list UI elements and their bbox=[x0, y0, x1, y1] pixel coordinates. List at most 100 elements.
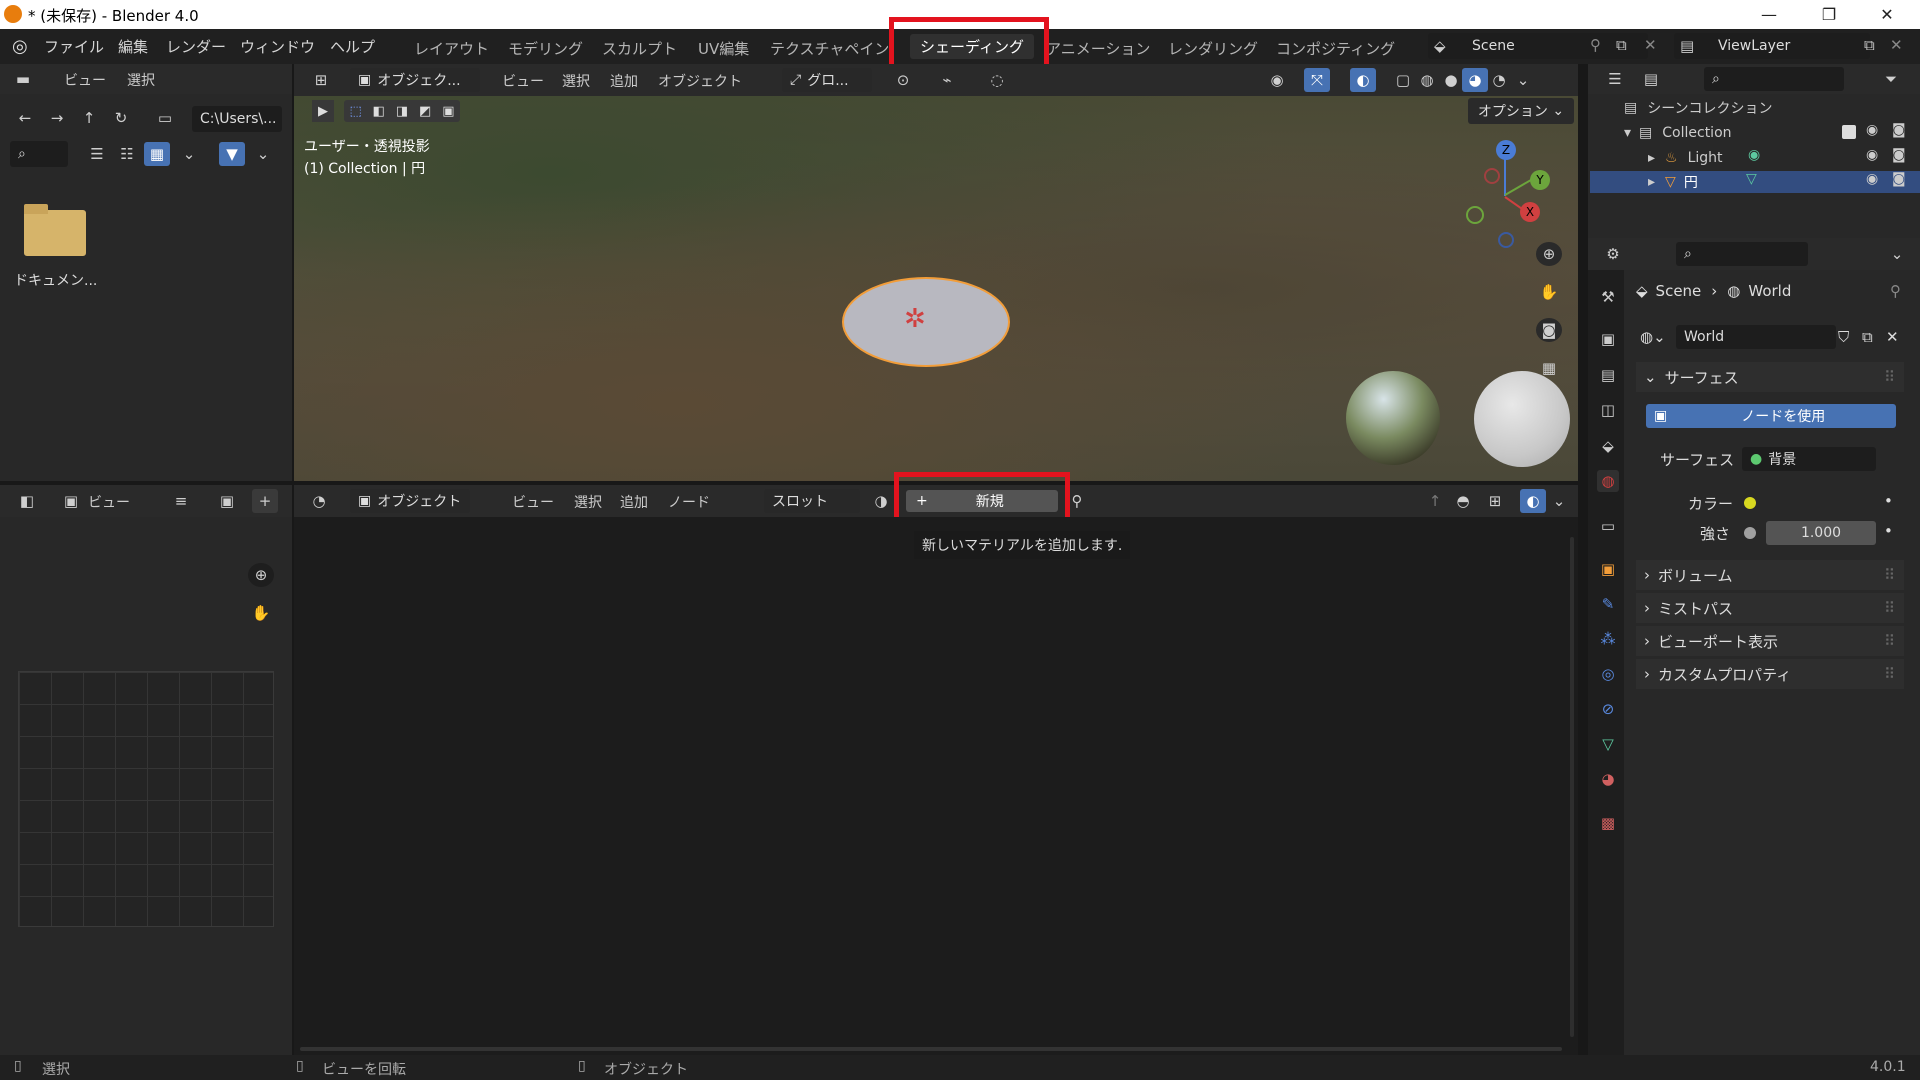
unlink-icon[interactable]: ✕ bbox=[1886, 328, 1899, 346]
node-menu-node[interactable]: ノード bbox=[668, 492, 710, 512]
select-intersect-icon[interactable]: ▣ bbox=[442, 104, 454, 119]
render-tab-icon[interactable]: ▣ bbox=[1597, 328, 1619, 350]
filter-icon[interactable]: ⏷ bbox=[1878, 67, 1904, 91]
visibility-icon[interactable]: ◉ bbox=[1264, 68, 1290, 92]
outliner-search-input[interactable]: ⌕ bbox=[1704, 67, 1844, 91]
select-new-icon[interactable]: ⬚ bbox=[349, 104, 361, 119]
world-tab-icon[interactable]: ◍ bbox=[1597, 470, 1619, 492]
parent-node-tree-icon[interactable]: ↑ bbox=[1422, 489, 1448, 513]
view-layer-tab-icon[interactable]: ◫ bbox=[1597, 399, 1619, 421]
menu-file[interactable]: ファイル bbox=[44, 36, 104, 57]
node-menu-select[interactable]: 選択 bbox=[574, 492, 602, 512]
select-invert-icon[interactable]: ◩ bbox=[419, 104, 431, 119]
back-arrow-icon[interactable]: ← bbox=[12, 106, 38, 130]
rendered-shading-icon[interactable]: ◔ bbox=[1486, 68, 1512, 92]
texture-tab-icon[interactable]: ▩ bbox=[1597, 812, 1619, 834]
file-search-input[interactable]: ⌕ bbox=[10, 141, 68, 167]
filter-icon[interactable]: ▼ bbox=[219, 142, 245, 166]
neg-x-icon[interactable] bbox=[1484, 168, 1500, 184]
collection-row[interactable]: ▾ ▤ Collection ◉ ◙ bbox=[1624, 122, 1920, 144]
new-scene-icon[interactable]: ⧉ bbox=[1616, 36, 1627, 54]
file-menu-select[interactable]: 選択 bbox=[127, 70, 155, 90]
transform-orientation[interactable]: ⤢ グロ... bbox=[782, 68, 872, 92]
node-menu-view[interactable]: ビュー bbox=[512, 492, 554, 512]
keyframe-dot-icon[interactable]: • bbox=[1884, 492, 1893, 510]
delete-scene-icon[interactable]: ✕ bbox=[1644, 36, 1657, 54]
use-nodes-button[interactable]: ▣ ノードを使用 bbox=[1646, 404, 1896, 428]
tab-shading[interactable]: シェーディング bbox=[910, 34, 1034, 59]
world-name-field[interactable]: World bbox=[1676, 325, 1836, 349]
chevron-down-icon[interactable]: ⌄ bbox=[1884, 242, 1910, 266]
editor-type-icon[interactable]: ⊞ bbox=[308, 68, 334, 92]
expand-right-icon[interactable]: ▸ bbox=[1648, 174, 1655, 190]
viewport-display-panel-header[interactable]: › ビューポート表示 ⠿ bbox=[1636, 626, 1904, 656]
editor-type-icon[interactable]: ☰ bbox=[1602, 67, 1628, 91]
neg-z-icon[interactable] bbox=[1498, 232, 1514, 248]
tab-texture-paint[interactable]: テクスチャペイント bbox=[770, 38, 888, 59]
pin-icon[interactable]: ⚲ bbox=[1064, 489, 1090, 513]
volume-panel-header[interactable]: › ボリューム ⠿ bbox=[1636, 560, 1904, 590]
blender-menu-icon[interactable]: ◎ bbox=[12, 36, 28, 57]
menu-edit[interactable]: 編集 bbox=[118, 36, 148, 57]
image-browse-icon[interactable]: ▣ bbox=[214, 489, 240, 513]
thumbnails-icon[interactable]: ▦ bbox=[144, 142, 170, 166]
outliner-item-light[interactable]: ▸ ♨ Light ◉ ◉ ◙ bbox=[1648, 147, 1920, 169]
display-mode-icon[interactable]: ▤ bbox=[1638, 67, 1664, 91]
camera-icon[interactable]: ◙ bbox=[1892, 147, 1906, 163]
scene-selector[interactable]: Scene bbox=[1428, 33, 1648, 59]
camera-icon[interactable]: ◙ bbox=[1536, 318, 1562, 342]
list-vertical-icon[interactable]: ☰ bbox=[84, 142, 110, 166]
tab-layout[interactable]: レイアウト bbox=[414, 38, 489, 59]
select-subtract-icon[interactable]: ◨ bbox=[396, 104, 408, 119]
modifier-tab-icon[interactable]: ✎ bbox=[1597, 593, 1619, 615]
custom-properties-panel-header[interactable]: › カスタムプロパティ ⠿ bbox=[1636, 659, 1904, 689]
select-extend-icon[interactable]: ◧ bbox=[373, 104, 385, 119]
tab-sculpt[interactable]: スカルプト bbox=[602, 38, 677, 59]
wireframe-shading-icon[interactable]: ◍ bbox=[1414, 68, 1440, 92]
fake-user-icon[interactable]: ⛉ bbox=[1838, 328, 1849, 346]
solid-shading-icon[interactable]: ● bbox=[1438, 68, 1464, 92]
material-shading-icon[interactable]: ◕ bbox=[1462, 68, 1488, 92]
material-tab-icon[interactable]: ◕ bbox=[1597, 768, 1619, 790]
snap-mode-icon[interactable]: ⊞ bbox=[1482, 489, 1508, 513]
new-image-icon[interactable]: + bbox=[252, 489, 278, 513]
surface-shader-field[interactable]: ● 背景 bbox=[1742, 447, 1876, 471]
outliner-item-circle[interactable]: ▸ ▽ 円 ▽ ◉ ◙ bbox=[1590, 171, 1920, 193]
object-tab-icon[interactable]: ▣ bbox=[1597, 558, 1619, 580]
mist-panel-header[interactable]: › ミストパス ⠿ bbox=[1636, 593, 1904, 623]
axis-y-icon[interactable]: Y bbox=[1530, 170, 1550, 190]
neg-y-icon[interactable] bbox=[1466, 206, 1484, 224]
checkbox-icon[interactable] bbox=[1842, 125, 1856, 139]
pin-icon[interactable]: ⚲ bbox=[1590, 36, 1601, 54]
chevron-down-icon[interactable]: ⌄ bbox=[250, 142, 276, 166]
color-socket-icon[interactable] bbox=[1744, 497, 1756, 509]
zoom-icon[interactable]: ⊕ bbox=[1536, 242, 1562, 266]
file-menu-view[interactable]: ビュー bbox=[64, 70, 106, 90]
expand-right-icon[interactable]: ▸ bbox=[1648, 150, 1655, 166]
editor-type-icon[interactable]: ▬ bbox=[10, 67, 36, 91]
world-browse-icon[interactable]: ◍⌄ bbox=[1640, 328, 1666, 346]
options-button[interactable]: オプション ⌄ bbox=[1468, 98, 1574, 124]
physics-tab-icon[interactable]: ◎ bbox=[1597, 663, 1619, 685]
path-field[interactable]: C:\Users\... bbox=[192, 106, 282, 132]
pin-icon[interactable]: ⚲ bbox=[1890, 282, 1901, 300]
scene-collection-row[interactable]: ▤ シーンコレクション bbox=[1624, 97, 1773, 119]
list-horizontal-icon[interactable]: ☷ bbox=[114, 142, 140, 166]
tab-rendering[interactable]: レンダリング bbox=[1168, 38, 1258, 59]
forward-arrow-icon[interactable]: → bbox=[44, 106, 70, 130]
editor-type-icon[interactable]: ⚙ bbox=[1600, 242, 1626, 266]
tab-compositing[interactable]: コンポジティング bbox=[1276, 38, 1395, 59]
viewport-menu-view[interactable]: ビュー bbox=[502, 71, 544, 91]
data-tab-icon[interactable]: ▽ bbox=[1597, 733, 1619, 755]
circle-object[interactable] bbox=[842, 277, 1010, 367]
properties-search-input[interactable]: ⌕ bbox=[1676, 242, 1808, 266]
eye-icon[interactable]: ◉ bbox=[1866, 122, 1878, 138]
eye-icon[interactable]: ◉ bbox=[1866, 171, 1878, 187]
tab-uv-editing[interactable]: UV編集 bbox=[698, 38, 749, 59]
pan-hand-icon[interactable]: ✋ bbox=[248, 601, 274, 625]
snap-icon[interactable]: ◓ bbox=[1450, 489, 1476, 513]
drag-handle-icon[interactable]: ⠿ bbox=[1884, 566, 1895, 584]
xray-icon[interactable]: ▢ bbox=[1390, 68, 1416, 92]
scene-tab-icon[interactable]: ⬙ bbox=[1597, 435, 1619, 457]
new-folder-icon[interactable]: ▭ bbox=[152, 106, 178, 130]
